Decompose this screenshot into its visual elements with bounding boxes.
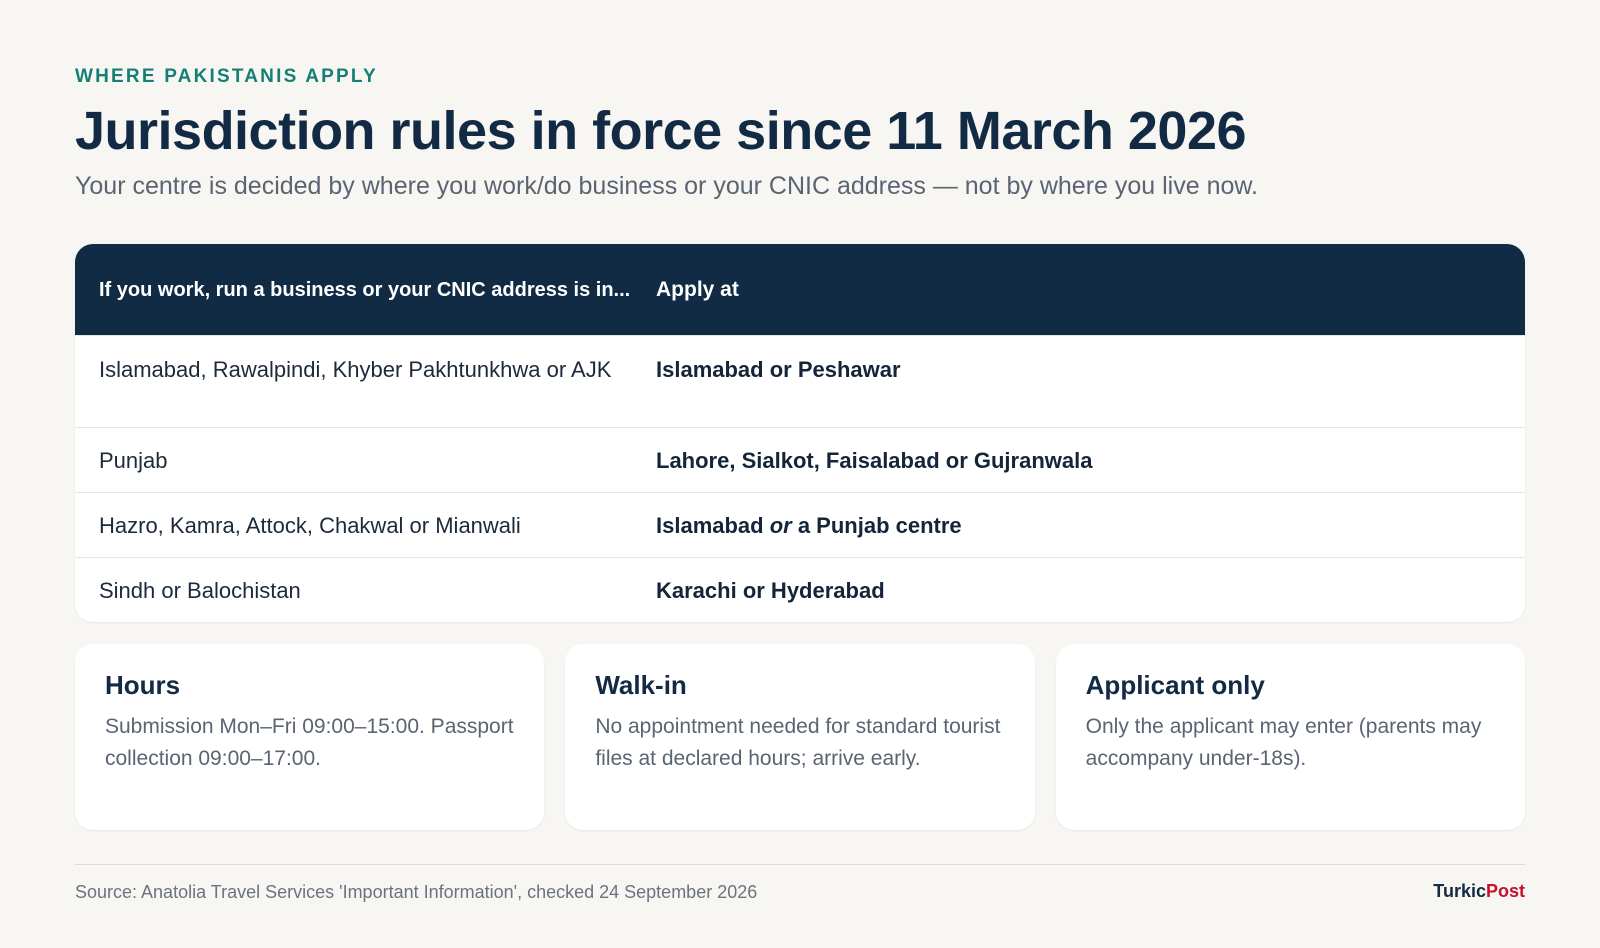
row-centre: Lahore, Sialkot, Faisalabad or Gujranwal… [656, 447, 1093, 473]
table-row: Hazro, Kamra, Attock, Chakwal or Mianwal… [75, 492, 1525, 557]
page-subtitle: Your centre is decided by where you work… [75, 172, 1259, 200]
card-text: No appointment needed for standard touri… [595, 715, 1001, 770]
card-text: Submission Mon–Fri 09:00–15:00. Passport… [105, 715, 514, 770]
table-row: Sindh or Balochistan Karachi or Hyderaba… [75, 557, 1525, 622]
info-cards: Hours Submission Mon–Fri 09:00–15:00. Pa… [75, 644, 1525, 830]
column-header-region: If you work, run a business or your CNIC… [99, 278, 631, 301]
source-note: Source: Anatolia Travel Services 'Import… [75, 882, 758, 902]
row-centre: Islamabad or Peshawar [656, 357, 901, 382]
card-applicant-only: Applicant only Only the applicant may en… [1055, 644, 1525, 830]
brand-part: Post [1485, 881, 1525, 901]
brand-logo: TurkicPost [1433, 881, 1525, 902]
row-centre: Islamabad or a Punjab centre [656, 512, 1525, 539]
card-hours: Hours Submission Mon–Fri 09:00–15:00. Pa… [75, 644, 545, 830]
card-title: Hours [105, 670, 181, 700]
card-title: Applicant only [1085, 670, 1265, 700]
centre-part: a Punjab centre [791, 512, 962, 538]
card-title: Walk-in [595, 670, 687, 700]
jurisdiction-table: If you work, run a business or your CNIC… [75, 244, 1525, 622]
row-region: Islamabad, Rawalpindi, Khyber Pakhtunkhw… [99, 357, 612, 382]
page-title: Jurisdiction rules in force since 11 Mar… [75, 101, 1247, 161]
table-header: If you work, run a business or your CNIC… [75, 244, 1525, 335]
card-walk-in: Walk-in No appointment needed for standa… [565, 644, 1035, 830]
row-region: Sindh or Balochistan [99, 577, 301, 603]
brand-part: Turkic [1433, 881, 1486, 901]
column-header-apply-at: Apply at [656, 277, 739, 301]
footer-divider [75, 864, 1525, 865]
row-region: Punjab [99, 447, 168, 473]
centre-part: Islamabad [656, 512, 770, 538]
centre-or: or [769, 512, 792, 538]
row-region: Hazro, Kamra, Attock, Chakwal or Mianwal… [99, 512, 521, 538]
card-text: Only the applicant may enter (parents ma… [1085, 715, 1482, 770]
kicker: WHERE PAKISTANIS APPLY [75, 66, 378, 87]
table-row: Islamabad, Rawalpindi, Khyber Pakhtunkhw… [75, 335, 1525, 427]
row-centre: Karachi or Hyderabad [656, 577, 885, 603]
table-row: Punjab Lahore, Sialkot, Faisalabad or Gu… [75, 427, 1525, 492]
